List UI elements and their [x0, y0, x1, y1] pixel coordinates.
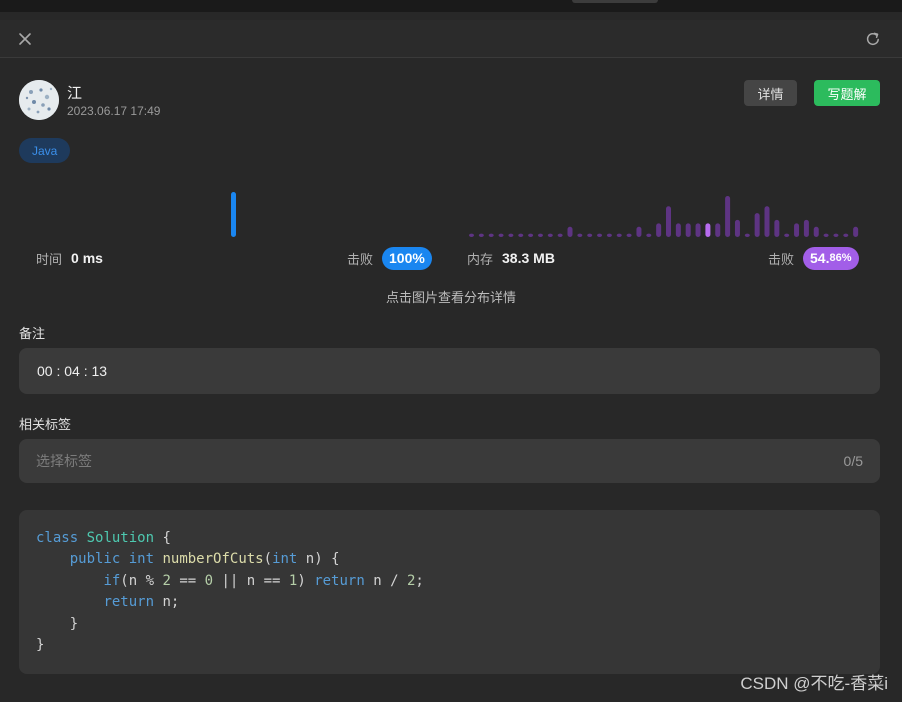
chart-bar[interactable]: [636, 226, 642, 237]
memory-label: 内存: [467, 251, 494, 267]
avatar[interactable]: [19, 80, 59, 120]
chart-bar[interactable]: [488, 233, 494, 237]
chart-bar[interactable]: [734, 219, 740, 237]
write-solution-button[interactable]: 写题解: [814, 80, 880, 106]
panel-toolbar: [0, 20, 902, 58]
memory-beat-small: 86%: [829, 252, 852, 264]
memory-value: 38.3 MB: [502, 250, 555, 266]
tab-indicator: [572, 0, 658, 3]
chart-bar[interactable]: [705, 223, 711, 237]
chart-bar[interactable]: [754, 213, 760, 237]
memory-stat: 内存 38.3 MB: [467, 248, 555, 268]
window-top-strip: [0, 0, 902, 12]
chart-bar[interactable]: [557, 233, 563, 237]
runtime-beat-badge: 100%: [382, 246, 432, 270]
chart-bar[interactable]: [853, 226, 859, 237]
chart-bar[interactable]: [616, 233, 622, 237]
chart-bar[interactable]: [715, 223, 721, 237]
chart-bar[interactable]: [469, 233, 474, 237]
memory-beat-main: 54.: [810, 250, 830, 266]
chart-bar[interactable]: [498, 233, 504, 237]
detail-button[interactable]: 详情: [744, 80, 797, 106]
runtime-value: 0 ms: [71, 250, 103, 266]
chart-bar[interactable]: [666, 206, 671, 237]
chart-bar[interactable]: [744, 233, 750, 237]
refresh-icon[interactable]: [863, 29, 883, 49]
chart-bar[interactable]: [675, 223, 681, 237]
chart-bar[interactable]: [646, 233, 652, 237]
chart-bar[interactable]: [656, 223, 662, 237]
chart-bar[interactable]: [794, 223, 800, 237]
chart-bar[interactable]: [577, 233, 583, 237]
language-tag: Java: [19, 138, 71, 163]
close-icon[interactable]: [15, 29, 35, 49]
chart-bar[interactable]: [685, 223, 691, 237]
code-content: class Solution { public int numberOfCuts…: [36, 530, 424, 654]
tags-placeholder: 选择标签: [36, 453, 92, 469]
code-block[interactable]: class Solution { public int numberOfCuts…: [19, 510, 880, 674]
chart-bar[interactable]: [774, 219, 780, 237]
runtime-label: 时间: [36, 251, 63, 267]
runtime-stat: 时间 0 ms: [36, 248, 103, 268]
chart-bar[interactable]: [843, 233, 849, 237]
chart-bar[interactable]: [597, 233, 603, 237]
chart-bar[interactable]: [695, 223, 701, 237]
chart-bar[interactable]: [537, 233, 543, 237]
chart-bar[interactable]: [587, 233, 593, 237]
chart-bar[interactable]: [823, 233, 829, 237]
memory-beat: 击败 54. 86%: [768, 246, 859, 270]
memory-beat-label: 击败: [768, 251, 795, 267]
chart-bar[interactable]: [764, 206, 770, 237]
notes-input[interactable]: 00 : 04 : 13: [19, 348, 880, 394]
submission-panel: 江 2023.06.17 17:49 详情 写题解 Java 时间 0 ms 击…: [0, 20, 902, 702]
notes-title: 备注: [19, 326, 46, 341]
runtime-distribution-chart[interactable]: [19, 182, 449, 240]
chart-bar[interactable]: [547, 233, 553, 237]
tags-count: 0/5: [843, 453, 863, 469]
chart-bar[interactable]: [803, 219, 809, 237]
chart-bar[interactable]: [725, 196, 731, 237]
chart-bar[interactable]: [813, 226, 819, 237]
memory-beat-badge: 54. 86%: [803, 246, 859, 270]
author-name[interactable]: 江: [67, 82, 82, 103]
submission-datetime: 2023.06.17 17:49: [67, 104, 161, 118]
memory-distribution-chart[interactable]: [464, 182, 880, 240]
chart-bar[interactable]: [528, 233, 534, 237]
runtime-beat: 击败 100%: [347, 246, 432, 270]
chart-bar[interactable]: [508, 233, 514, 237]
chart-bar[interactable]: [626, 233, 632, 237]
chart-bar[interactable]: [567, 226, 573, 237]
tags-select[interactable]: 选择标签 0/5: [19, 439, 880, 483]
chart-bar[interactable]: [231, 192, 236, 237]
tags-title: 相关标签: [19, 417, 72, 432]
watermark: CSDN @不吃-香菜i: [740, 674, 888, 693]
chart-bar[interactable]: [784, 233, 790, 237]
chart-bar[interactable]: [606, 233, 612, 237]
chart-bar[interactable]: [518, 233, 524, 237]
chart-bar[interactable]: [478, 233, 484, 237]
chart-bar[interactable]: [833, 233, 839, 237]
chart-hint-link[interactable]: 点击图片查看分布详情: [0, 287, 902, 306]
runtime-beat-label: 击败: [347, 251, 374, 267]
